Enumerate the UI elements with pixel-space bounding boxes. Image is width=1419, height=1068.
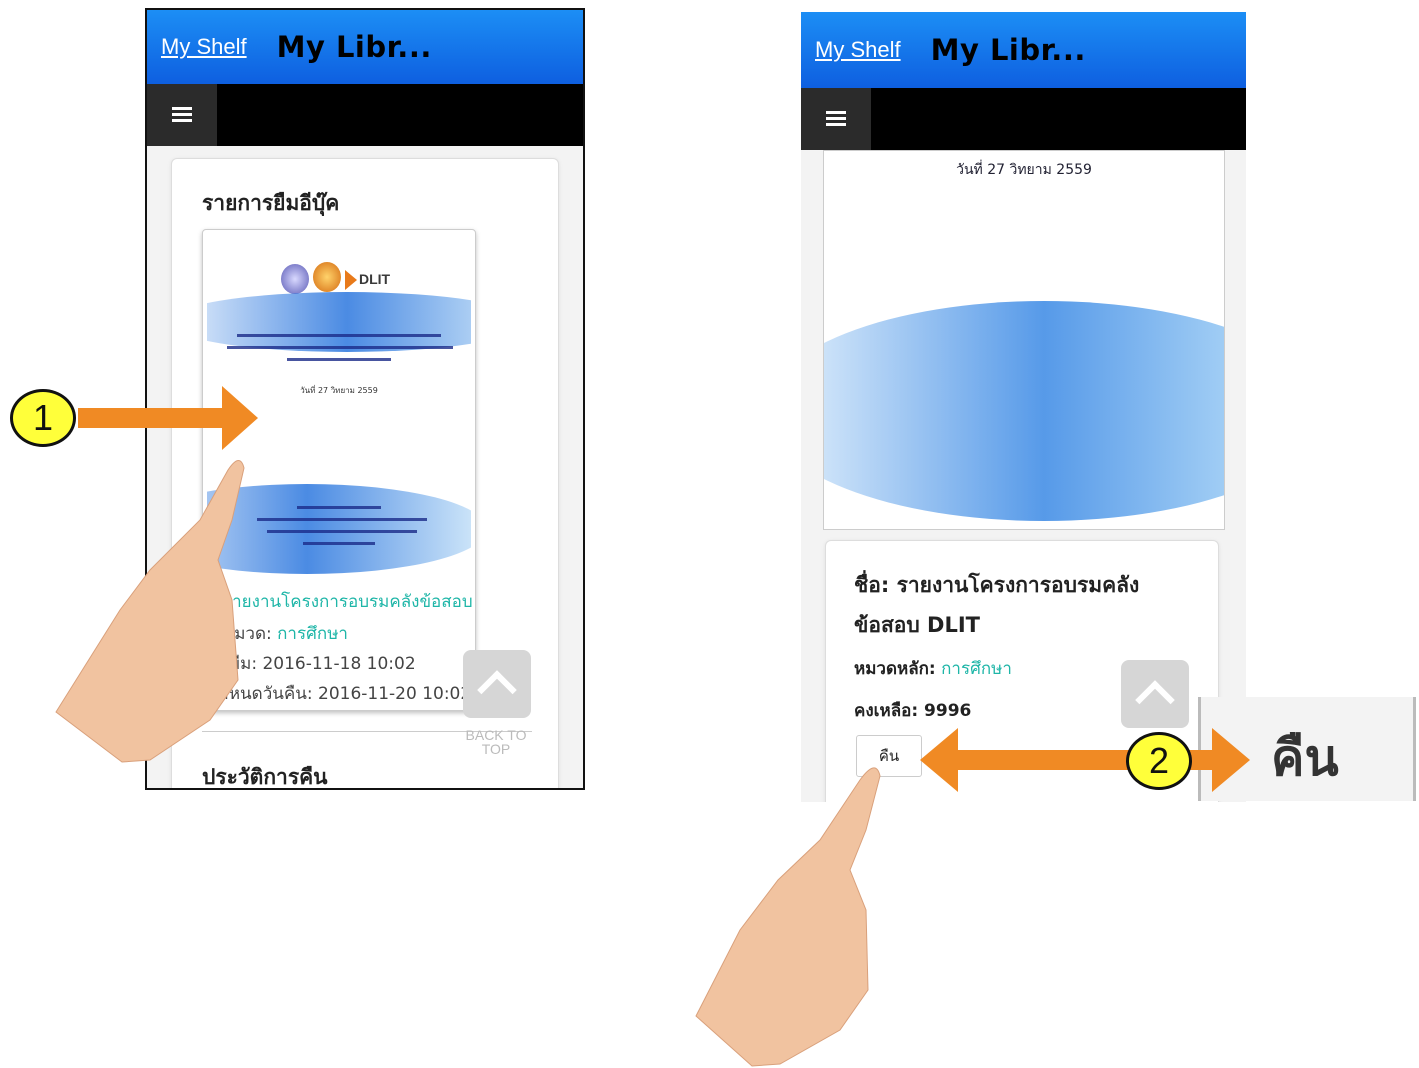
step-2-badge: 2 [1126,732,1192,790]
pointing-hand-icon [695,767,881,1067]
annotation-arrows [55,386,1250,1067]
step-1-badge: 1 [10,389,76,447]
step1-arrow [78,386,258,450]
pointing-hand-icon [55,460,245,763]
step2-double-arrow [920,728,1250,792]
